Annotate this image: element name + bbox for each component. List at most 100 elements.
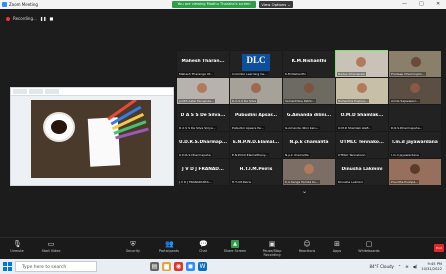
participant-tile[interactable]: O.M.D Shamlak... O.M.D Shamlak stefi... xyxy=(335,104,389,132)
screen-share-banner[interactable]: You are viewing Madhu Tharaka's screen xyxy=(172,1,256,8)
participant-label: K.A.Sanga Pamila Ku... xyxy=(284,180,320,184)
view-options-button[interactable]: View Options ⌄ xyxy=(259,1,293,8)
windows-start-button[interactable] xyxy=(3,262,12,271)
unmute-button[interactable]: 🎙 Unmute xyxy=(4,240,30,253)
video-icon: ▭ xyxy=(47,240,55,248)
speaker-icon[interactable]: ◀) xyxy=(413,264,418,269)
toolbar-label: Unmute xyxy=(10,249,24,253)
clock-date: 10/31/2022 xyxy=(421,266,442,271)
participant-tile[interactable]: Amila Sajeewani... xyxy=(388,77,442,105)
shared-photo-coffee-and-paper xyxy=(31,100,151,178)
participant-tile[interactable]: G.Amanda dilini... G.Amanda dilini karu.… xyxy=(282,104,336,132)
zoom-taskbar-icon[interactable]: ◼ xyxy=(186,262,195,271)
toolbar-label: Apps xyxy=(332,249,342,253)
toolbar-label: Start Video xyxy=(41,249,61,253)
participant-video xyxy=(410,83,420,93)
participant-label: Nadee Dhanapala xyxy=(337,72,366,76)
apps-icon: ⊞ xyxy=(334,240,340,248)
taskbar-clock[interactable]: 9:45 PM 10/31/2022 xyxy=(421,262,442,271)
participant-video xyxy=(410,164,420,174)
meeting-toolbar: 🎙 Unmute ▭ Start Video ⛨ Security 👥 Part… xyxy=(0,237,446,260)
participant-name: K.M.Nishanthi xyxy=(291,59,327,64)
participant-name: D A S S De Silva... xyxy=(180,113,226,118)
gallery-next-page-icon[interactable]: ⌄ xyxy=(302,188,307,195)
participant-label: D A S S De Silva Siriya... xyxy=(178,126,217,130)
coffee-cup-image xyxy=(43,112,75,142)
participant-tile[interactable]: I.m.d jayawardana I.m.d jayawardana xyxy=(388,131,442,159)
shield-icon: ⛨ xyxy=(130,240,136,248)
recording-label: Recording... xyxy=(13,16,37,21)
participant-tile[interactable]: D.R.S.Dharmapaha... xyxy=(388,104,442,132)
toolbar-label: Participants xyxy=(159,249,179,253)
participant-tile[interactable]: H.T.I.M.Peiris H.T.I.M.Peiris xyxy=(229,158,283,186)
word-icon[interactable]: W xyxy=(198,262,207,271)
wifi-icon[interactable]: ≋ xyxy=(405,264,408,269)
participant-video xyxy=(251,83,261,93)
participant-tile[interactable]: UTMLC Tennako... UTMLC Tennakoon xyxy=(335,131,389,159)
maximize-button[interactable]: □ xyxy=(419,1,424,7)
system-tray: 84°F Cloudy ⌃ ≋ ◀) 9:45 PM 10/31/2022 xyxy=(369,262,442,271)
participant-tile[interactable]: Pranitha Pushpa... xyxy=(388,158,442,186)
participant-video xyxy=(304,164,314,174)
whiteboards-button[interactable]: ▢ Whiteboards xyxy=(356,240,382,253)
window-titlebar: Zoom Meeting You are viewing Madhu Thara… xyxy=(0,0,446,9)
participant-tile[interactable]: Pradeep Dhumingha... xyxy=(388,50,442,78)
share-screen-button[interactable]: ▲ Share Screen xyxy=(222,240,248,253)
security-button[interactable]: ⛨ Security xyxy=(120,240,146,253)
participant-tile[interactable]: J V D J FRANAD... J V D J FRANADUPUL... xyxy=(176,158,230,186)
participant-name: G.Amanda dilini... xyxy=(286,113,332,118)
chat-button[interactable]: 💬 Chat xyxy=(190,240,216,253)
participant-tile[interactable]: K.M.Nishanthi K.M.Nishanthi xyxy=(282,50,336,78)
pause-recording-icon[interactable]: ❚❚ xyxy=(40,16,47,21)
close-button[interactable]: ✕ xyxy=(436,1,440,7)
participant-tile[interactable]: Mahesh Tharan... Mahesh Tharanga Ut... xyxy=(176,50,230,78)
participant-tile[interactable]: Samanthika Pathir... xyxy=(282,77,336,105)
participant-tile[interactable]: Dinusha Lakmini Dinusha Lakmini xyxy=(335,158,389,186)
participant-tile[interactable]: U.D.R.S.Dharmap... U.D.R.S.Dharmapaha xyxy=(176,131,230,159)
end-meeting-button[interactable]: End xyxy=(434,244,444,252)
minimize-button[interactable]: — xyxy=(402,1,407,7)
participant-name: N.p.k chamalita xyxy=(289,140,329,145)
participant-tile[interactable]: K.A.Sanga Pamila Ku... xyxy=(282,158,336,186)
toolbar-label: Pause/Stop Recording xyxy=(262,249,282,257)
participant-video xyxy=(356,57,366,67)
participant-tile[interactable]: N.p.k chamalita N.p.k chamalita xyxy=(282,131,336,159)
participant-tile[interactable]: Nishantha Pushpa... xyxy=(335,77,389,105)
stop-recording-icon[interactable]: ■ xyxy=(50,16,54,21)
participant-video xyxy=(197,83,207,93)
participant-label: D.R.S.Dharmapaha... xyxy=(390,126,424,130)
pause-stop-recording-button[interactable]: ▣ Pause/Stop Recording xyxy=(256,240,288,257)
participants-button[interactable]: 👥 Participants xyxy=(156,240,182,253)
recording-indicator: Recording... ❚❚ ■ xyxy=(6,16,53,21)
windows-taskbar: Type here to search ▤ ▆ ◉ ◼ W 84°F Cloud… xyxy=(0,259,446,274)
participant-name: Dinusha Lakmini xyxy=(341,167,383,172)
participant-tile[interactable]: Judith Astel Fernanda... xyxy=(176,77,230,105)
participant-label: Pubudini Apsara Pe... xyxy=(231,126,265,130)
start-video-button[interactable]: ▭ Start Video xyxy=(38,240,64,253)
chrome-icon[interactable]: ◉ xyxy=(174,262,183,271)
taskbar-search-box[interactable]: Type here to search xyxy=(15,261,97,272)
weather-widget[interactable]: 84°F Cloudy xyxy=(369,264,393,269)
shared-tab xyxy=(13,89,27,94)
participant-tile[interactable]: DLC Colombo Learning Ce... xyxy=(229,50,283,78)
participant-tile-active-speaker[interactable]: Nadee Dhanapala xyxy=(335,50,389,78)
participant-tile[interactable]: D.A.S.S De Silva xyxy=(229,77,283,105)
file-explorer-icon[interactable]: ▆ xyxy=(162,262,171,271)
task-view-icon[interactable]: ▤ xyxy=(150,262,159,271)
toolbar-label: Share Screen xyxy=(223,249,247,253)
toolbar-label: Whiteboards xyxy=(358,249,380,253)
participant-label: N.p.k chamalita xyxy=(284,153,310,157)
participant-name: U.D.R.S.Dharmap... xyxy=(178,140,228,145)
record-dot-icon xyxy=(6,16,10,21)
tray-chevron-icon[interactable]: ⌃ xyxy=(398,264,401,269)
participants-icon: 👥 xyxy=(165,240,174,248)
participant-tile[interactable]: Pubudini Apsar... Pubudini Apsara Pe... xyxy=(229,104,283,132)
participant-tile[interactable]: D A S S De Silva... D A S S De Silva Sir… xyxy=(176,104,230,132)
reactions-button[interactable]: ☺ Reactions xyxy=(294,240,320,253)
participant-name: Pubudini Apsar... xyxy=(234,113,278,118)
apps-button[interactable]: ⊞ Apps xyxy=(324,240,350,253)
participant-name: O.M.D Shamlak... xyxy=(340,113,384,118)
participant-label: D.A.S.S De Silva xyxy=(231,99,258,103)
participant-tile[interactable]: E.N.P.N.D.Elamal... E.N.P.N.D.Elamalthen… xyxy=(229,131,283,159)
participant-name: Mahesh Tharan... xyxy=(181,59,225,64)
